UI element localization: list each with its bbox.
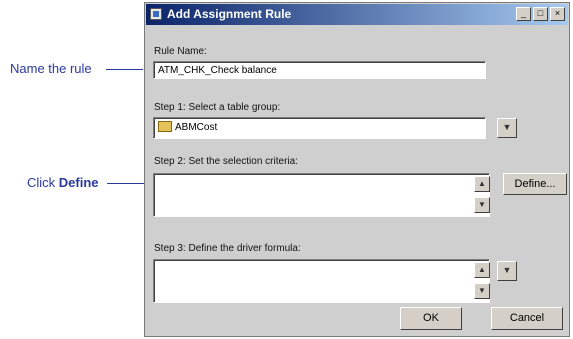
callout-name-rule: Name the rule [10, 61, 92, 76]
table-group-dropdown-chevron-down-icon[interactable]: ▼ [497, 118, 517, 138]
cancel-button[interactable]: Cancel [491, 307, 563, 330]
selection-scroll-down-icon[interactable]: ▼ [474, 197, 490, 213]
app-icon [150, 8, 162, 20]
maximize-icon[interactable]: □ [533, 7, 548, 21]
formula-scroll-up-icon[interactable]: ▲ [474, 262, 490, 278]
rule-name-input[interactable]: ATM_CHK_Check balance [153, 61, 486, 79]
selection-criteria-textarea[interactable] [153, 173, 490, 217]
add-assignment-rule-dialog: Add Assignment Rule _ □ × Rule Name: ATM… [144, 2, 570, 337]
table-group-select[interactable]: ABMCost [153, 117, 486, 139]
rule-name-value: ATM_CHK_Check balance [158, 65, 277, 76]
rule-name-label: Rule Name: [154, 46, 207, 57]
formula-scroll-down-icon[interactable]: ▼ [474, 283, 490, 299]
callout-click-define: Click Define [27, 175, 99, 190]
callout-name-rule-line [106, 69, 143, 70]
selection-scroll-up-icon[interactable]: ▲ [474, 176, 490, 192]
minimize-icon[interactable]: _ [516, 7, 531, 21]
dialog-title: Add Assignment Rule [167, 7, 292, 21]
callout-click-text: Click [27, 175, 59, 190]
driver-formula-textarea[interactable] [153, 259, 490, 303]
title-bar[interactable]: Add Assignment Rule _ □ × [146, 4, 568, 25]
window-controls: _ □ × [516, 7, 565, 21]
callout-define-text: Define [58, 175, 99, 190]
define-button[interactable]: Define... [503, 173, 567, 195]
table-group-value: ABMCost [175, 122, 218, 133]
ok-button[interactable]: OK [400, 307, 462, 330]
callout-name-rule-text: Name the rule [10, 61, 92, 76]
step3-label: Step 3: Define the driver formula: [154, 243, 301, 254]
folder-icon [158, 121, 172, 132]
step2-label: Step 2: Set the selection criteria: [154, 156, 298, 167]
step1-label: Step 1: Select a table group: [154, 102, 281, 113]
formula-dropdown-chevron-down-icon[interactable]: ▼ [497, 261, 517, 281]
close-icon[interactable]: × [550, 7, 565, 21]
